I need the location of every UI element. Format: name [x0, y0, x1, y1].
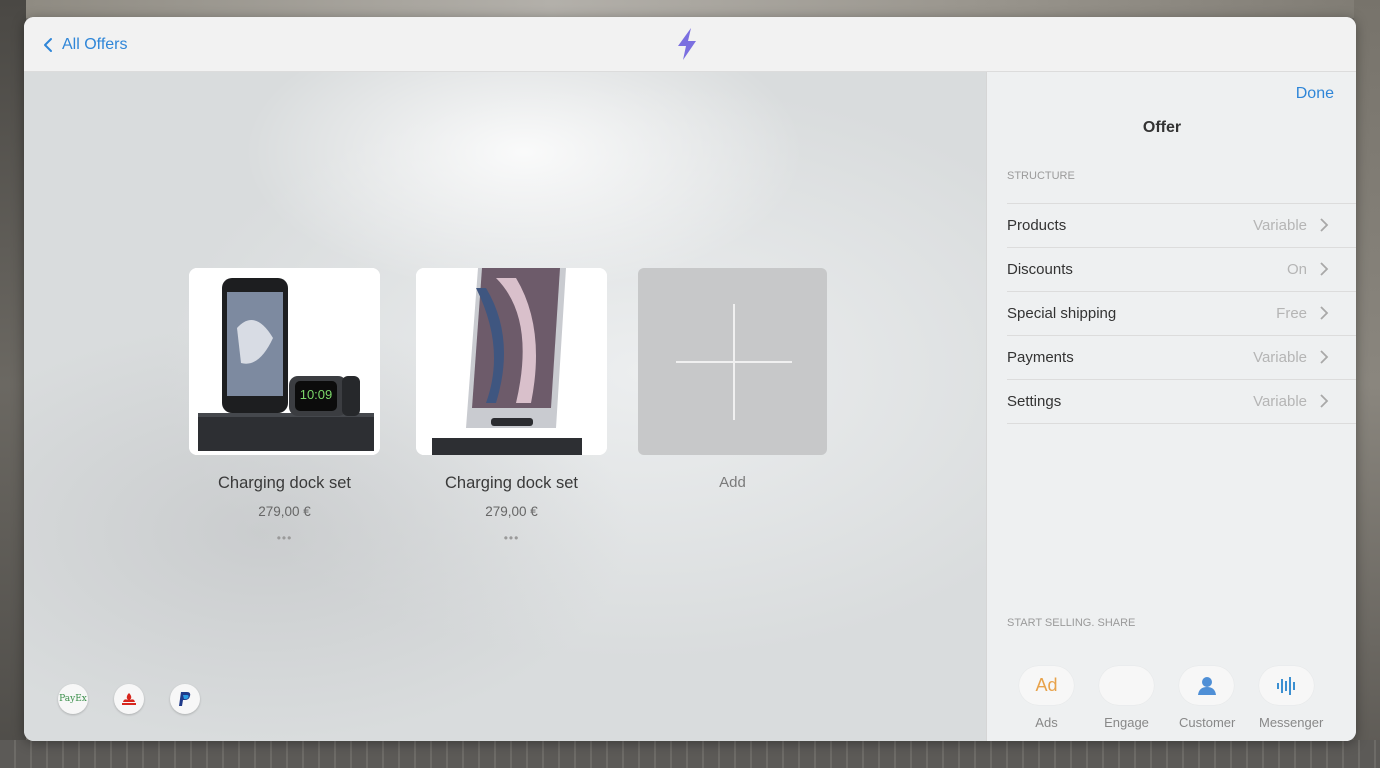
background-cobblestones: [0, 740, 1380, 768]
add-label: Add: [719, 474, 746, 491]
person-icon: [1179, 666, 1234, 705]
product-card[interactable]: 10:09 Charging dock set 279,00 € •••: [189, 268, 380, 544]
app-window: All Offers 10:09 Charging dock set 279,0…: [24, 17, 1356, 741]
engage-icon: [1099, 666, 1154, 705]
share-label: Ads: [1035, 715, 1058, 730]
row-value: Variable: [1253, 393, 1307, 410]
product-price: 279,00 €: [258, 504, 311, 519]
row-products[interactable]: Products Variable: [1007, 204, 1356, 248]
santander-logo-icon[interactable]: [114, 684, 144, 714]
charging-dock-photo: [416, 268, 607, 455]
share-customer-button[interactable]: Customer: [1179, 666, 1236, 730]
product-image[interactable]: [416, 268, 607, 455]
share-engage-button[interactable]: Engage: [1099, 666, 1154, 730]
share-ads-button[interactable]: Ad Ads: [1019, 666, 1074, 730]
chevron-right-icon: [1320, 394, 1329, 408]
more-options-button[interactable]: •••: [189, 532, 380, 544]
product-title: Charging dock set: [445, 474, 578, 492]
charging-dock-photo: 10:09: [189, 268, 380, 455]
structure-list: Products Variable Discounts On Special s…: [1007, 203, 1356, 424]
row-label: Settings: [1007, 393, 1062, 410]
row-label: Payments: [1007, 349, 1074, 366]
row-value: Variable: [1253, 349, 1307, 366]
chevron-right-icon: [1320, 262, 1329, 276]
product-title: Charging dock set: [218, 474, 351, 492]
row-value: On: [1286, 261, 1307, 278]
row-label: Special shipping: [1007, 305, 1117, 322]
background-street-top: [0, 0, 1380, 18]
share-label: Messenger: [1259, 715, 1324, 730]
chevron-right-icon: [1320, 218, 1329, 232]
background-street-left: [0, 0, 26, 768]
row-discounts[interactable]: Discounts On: [1007, 248, 1356, 292]
svg-text:10:09: 10:09: [300, 387, 333, 402]
product-card[interactable]: Charging dock set 279,00 € •••: [416, 268, 607, 544]
offer-canvas: 10:09 Charging dock set 279,00 € ••• Cha…: [24, 72, 986, 741]
product-price: 279,00 €: [485, 504, 538, 519]
row-special-shipping[interactable]: Special shipping Free: [1007, 292, 1356, 336]
chevron-right-icon: [1320, 350, 1329, 364]
chevron-right-icon: [1320, 306, 1329, 320]
ads-icon: Ad: [1019, 666, 1074, 705]
share-messenger-button[interactable]: Messenger: [1259, 666, 1324, 730]
paypal-logo-icon[interactable]: [170, 684, 200, 714]
share-section-label: START SELLING. SHARE: [1007, 617, 1136, 629]
row-label: Products: [1007, 217, 1067, 234]
audio-wave-icon: [1259, 666, 1314, 705]
add-product-card[interactable]: Add: [638, 268, 827, 491]
more-options-button[interactable]: •••: [416, 532, 607, 544]
structure-section-label: STRUCTURE: [1007, 170, 1075, 182]
share-label: Customer: [1179, 715, 1236, 730]
product-image[interactable]: 10:09: [189, 268, 380, 455]
lightning-bolt-logo-icon: [678, 28, 696, 60]
panel-title: Offer: [1142, 119, 1182, 136]
row-settings[interactable]: Settings Variable: [1007, 380, 1356, 424]
top-bar: All Offers: [24, 17, 1356, 72]
background-street-right: [1354, 0, 1380, 768]
row-value: Free: [1276, 305, 1307, 322]
chevron-left-icon: [44, 38, 52, 52]
payment-methods: PayEx: [58, 684, 200, 714]
share-options: Ad Ads Engage Customer Messenger: [1019, 666, 1324, 730]
payex-logo-icon[interactable]: PayEx: [58, 684, 88, 714]
row-label: Discounts: [1007, 261, 1073, 278]
back-link-label: All Offers: [62, 36, 128, 53]
share-label: Engage: [1104, 715, 1149, 730]
done-button[interactable]: Done: [1296, 85, 1334, 103]
row-value: Variable: [1253, 217, 1307, 234]
offer-settings-panel: Done Offer STRUCTURE Products Variable D…: [986, 72, 1356, 741]
add-product-tile[interactable]: [638, 268, 827, 455]
row-payments[interactable]: Payments Variable: [1007, 336, 1356, 380]
back-to-all-offers-link[interactable]: All Offers: [42, 34, 128, 56]
